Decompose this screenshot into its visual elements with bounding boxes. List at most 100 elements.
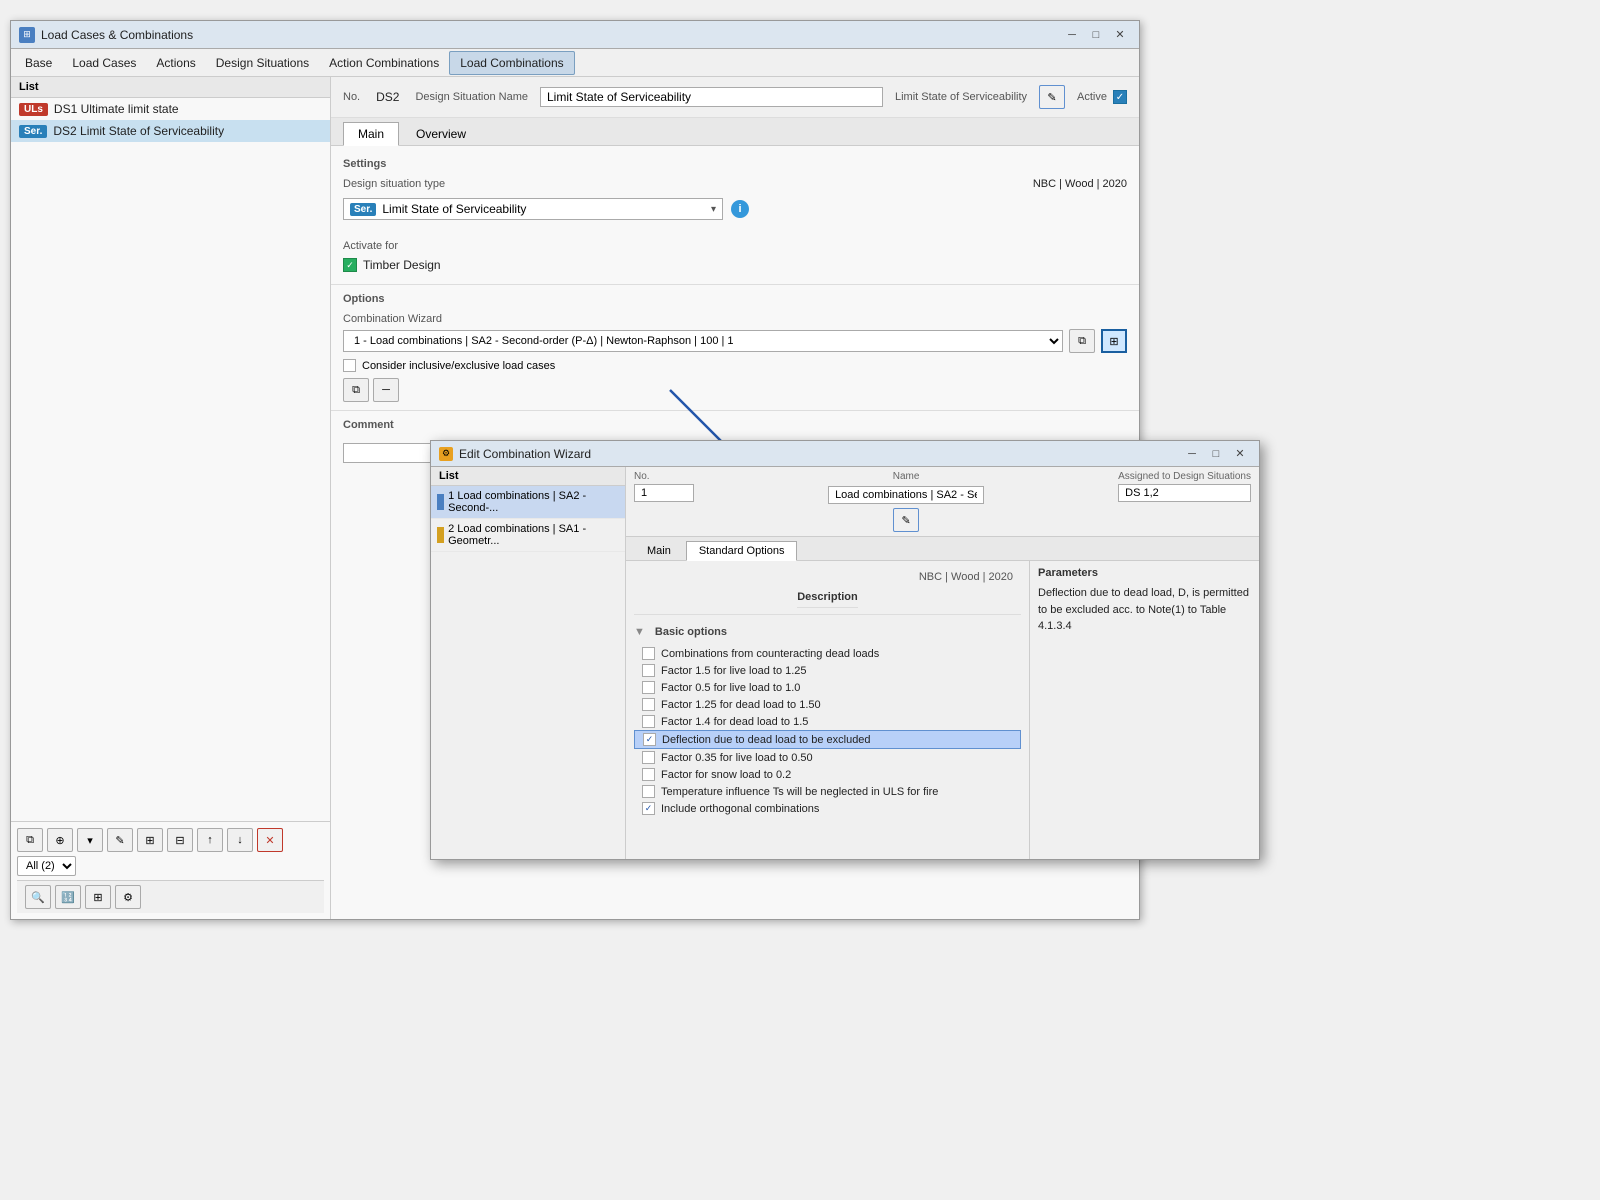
dialog-tab-standard-options[interactable]: Standard Options	[686, 541, 798, 561]
basic-options-panel: NBC | Wood | 2020 Description ▼ Basic op…	[626, 561, 1029, 859]
wizard-edit-btn[interactable]: ⊞	[1101, 329, 1127, 353]
dialog-tab-main[interactable]: Main	[634, 541, 684, 560]
settings-title: Settings	[343, 158, 1127, 170]
dialog-item-2-text: 2 Load combinations | SA1 - Geometr...	[448, 523, 619, 547]
toolbar-dropdown-btn[interactable]: ▾	[77, 828, 103, 852]
option-checkbox-0[interactable]	[642, 647, 655, 660]
dialog-list-item-1[interactable]: 1 Load combinations | SA2 - Second-...	[431, 486, 625, 519]
all-select[interactable]: All (2)	[17, 856, 76, 876]
option-item-9[interactable]: ✓ Include orthogonal combinations	[634, 800, 1021, 817]
include-label: Consider inclusive/exclusive load cases	[362, 360, 555, 372]
dialog-content: List 1 Load combinations | SA2 - Second-…	[431, 467, 1259, 859]
settings-btn2[interactable]: ⚙	[115, 885, 141, 909]
option-item-0[interactable]: Combinations from counteracting dead loa…	[634, 645, 1021, 662]
combo-wizard-label: Combination Wizard	[343, 313, 1127, 325]
option-checkbox-6[interactable]	[642, 751, 655, 764]
menu-bar: Base Load Cases Actions Design Situation…	[11, 49, 1139, 77]
option-checkbox-5[interactable]: ✓	[643, 733, 656, 746]
name-field: Name ✎	[702, 471, 1110, 532]
timber-design-checkbox[interactable]: ✓	[343, 258, 357, 272]
detail-name-input[interactable]	[828, 486, 984, 504]
menu-design-situations[interactable]: Design Situations	[206, 52, 319, 74]
opt-minus-btn[interactable]: ─	[373, 378, 399, 402]
dsn-edit-btn[interactable]: ✎	[1039, 85, 1065, 109]
badge-ser: Ser.	[19, 125, 47, 138]
option-checkbox-2[interactable]	[642, 681, 655, 694]
toolbar-down-btn[interactable]: ↓	[227, 828, 253, 852]
detail-name-edit-btn[interactable]: ✎	[893, 508, 919, 532]
dialog-detail-panel: No. 1 Name ✎ Assigned to Design Situatio…	[626, 467, 1259, 859]
option-item-7[interactable]: Factor for snow load to 0.2	[634, 766, 1021, 783]
basic-options-title: Basic options	[655, 622, 727, 642]
menu-load-combinations[interactable]: Load Combinations	[449, 51, 574, 75]
dialog-minimize-btn[interactable]: ─	[1181, 445, 1203, 463]
option-item-6[interactable]: Factor 0.35 for live load to 0.50	[634, 749, 1021, 766]
search-btn[interactable]: 🔍	[25, 885, 51, 909]
option-item-2[interactable]: Factor 0.5 for live load to 1.0	[634, 679, 1021, 696]
maximize-button[interactable]: □	[1085, 26, 1107, 44]
toolbar-edit-btn[interactable]: ✎	[107, 828, 133, 852]
active-checkbox[interactable]: ✓	[1113, 90, 1127, 104]
option-text-1: Factor 1.5 for live load to 1.25	[661, 665, 807, 677]
filter-btn[interactable]: ⊞	[85, 885, 111, 909]
option-item-4[interactable]: Factor 1.4 for dead load to 1.5	[634, 713, 1021, 730]
close-button[interactable]: ✕	[1109, 26, 1131, 44]
toolbar-up-btn[interactable]: ↑	[197, 828, 223, 852]
options-section: Options Combination Wizard 1 - Load comb…	[331, 284, 1139, 410]
expand-icon[interactable]: ▼	[634, 626, 645, 638]
menu-actions[interactable]: Actions	[146, 52, 205, 74]
option-checkbox-1[interactable]	[642, 664, 655, 677]
std-options-content: NBC | Wood | 2020 Description ▼ Basic op…	[626, 561, 1259, 859]
dialog-close-btn[interactable]: ✕	[1229, 445, 1251, 463]
option-text-2: Factor 0.5 for live load to 1.0	[661, 682, 800, 694]
ds2-label: DS2 Limit State of Serviceability	[53, 124, 224, 138]
design-situation-name-input[interactable]	[540, 87, 883, 107]
minimize-button[interactable]: ─	[1061, 26, 1083, 44]
option-checkbox-7[interactable]	[642, 768, 655, 781]
type-dropdown[interactable]: Ser. Limit State of Serviceability ▾	[343, 198, 723, 220]
menu-base[interactable]: Base	[15, 52, 62, 74]
toolbar-delete-btn[interactable]: ✕	[257, 828, 283, 852]
tab-overview[interactable]: Overview	[401, 122, 481, 145]
toolbar-add-btn[interactable]: ⊕	[47, 828, 73, 852]
info-button[interactable]: i	[731, 200, 749, 218]
no-value: DS2	[372, 88, 403, 106]
dst-right-value: NBC | Wood | 2020	[1033, 178, 1127, 190]
activate-label: Activate for	[343, 240, 1127, 252]
option-checkbox-9[interactable]: ✓	[642, 802, 655, 815]
include-checkbox[interactable]	[343, 359, 356, 372]
list-item-ds1[interactable]: ULs DS1 Ultimate limit state	[11, 98, 330, 120]
detail-name-label: Name	[893, 471, 920, 482]
dialog-maximize-btn[interactable]: □	[1205, 445, 1227, 463]
opt-copy-btn[interactable]: ⧉	[343, 378, 369, 402]
dialog-title-bar: ⚙ Edit Combination Wizard ─ □ ✕	[431, 441, 1259, 467]
toolbar-split-btn[interactable]: ⊟	[167, 828, 193, 852]
basic-options-section: ▼ Basic options Combinations from counte…	[634, 619, 1021, 817]
dialog-title: Edit Combination Wizard	[459, 447, 591, 461]
activate-section: Activate for ✓ Timber Design	[331, 240, 1139, 284]
toolbar-merge-btn[interactable]: ⊞	[137, 828, 163, 852]
option-item-8[interactable]: Temperature influence Ts will be neglect…	[634, 783, 1021, 800]
list-item-ds2[interactable]: Ser. DS2 Limit State of Serviceability	[11, 120, 330, 142]
option-item-3[interactable]: Factor 1.25 for dead load to 1.50	[634, 696, 1021, 713]
tab-main[interactable]: Main	[343, 122, 399, 146]
menu-load-cases[interactable]: Load Cases	[62, 52, 146, 74]
settings-section: Settings Design situation type NBC | Woo…	[331, 146, 1139, 240]
left-panel: List ULs DS1 Ultimate limit state Ser. D…	[11, 77, 331, 919]
left-toolbar: ⧉ ⊕ ▾ ✎ ⊞ ⊟ ↑ ↓ ✕ All (2) 🔍 🔢 ⊞	[11, 821, 330, 919]
assigned-field: Assigned to Design Situations DS 1,2	[1118, 471, 1251, 532]
option-item-1[interactable]: Factor 1.5 for live load to 1.25	[634, 662, 1021, 679]
wizard-dropdown[interactable]: 1 - Load combinations | SA2 - Second-ord…	[343, 330, 1063, 352]
list-header: List	[11, 77, 330, 98]
wizard-copy-btn[interactable]: ⧉	[1069, 329, 1095, 353]
option-item-5[interactable]: ✓ Deflection due to dead load to be excl…	[634, 730, 1021, 749]
search-num-btn[interactable]: 🔢	[55, 885, 81, 909]
menu-action-combinations[interactable]: Action Combinations	[319, 52, 449, 74]
dialog-list-item-2[interactable]: 2 Load combinations | SA1 - Geometr...	[431, 519, 625, 552]
toolbar-copy-btn[interactable]: ⧉	[17, 828, 43, 852]
option-checkbox-4[interactable]	[642, 715, 655, 728]
detail-no-label: No.	[634, 471, 694, 482]
timber-design-checkbox-item[interactable]: ✓ Timber Design	[343, 258, 1127, 272]
option-checkbox-8[interactable]	[642, 785, 655, 798]
option-checkbox-3[interactable]	[642, 698, 655, 711]
